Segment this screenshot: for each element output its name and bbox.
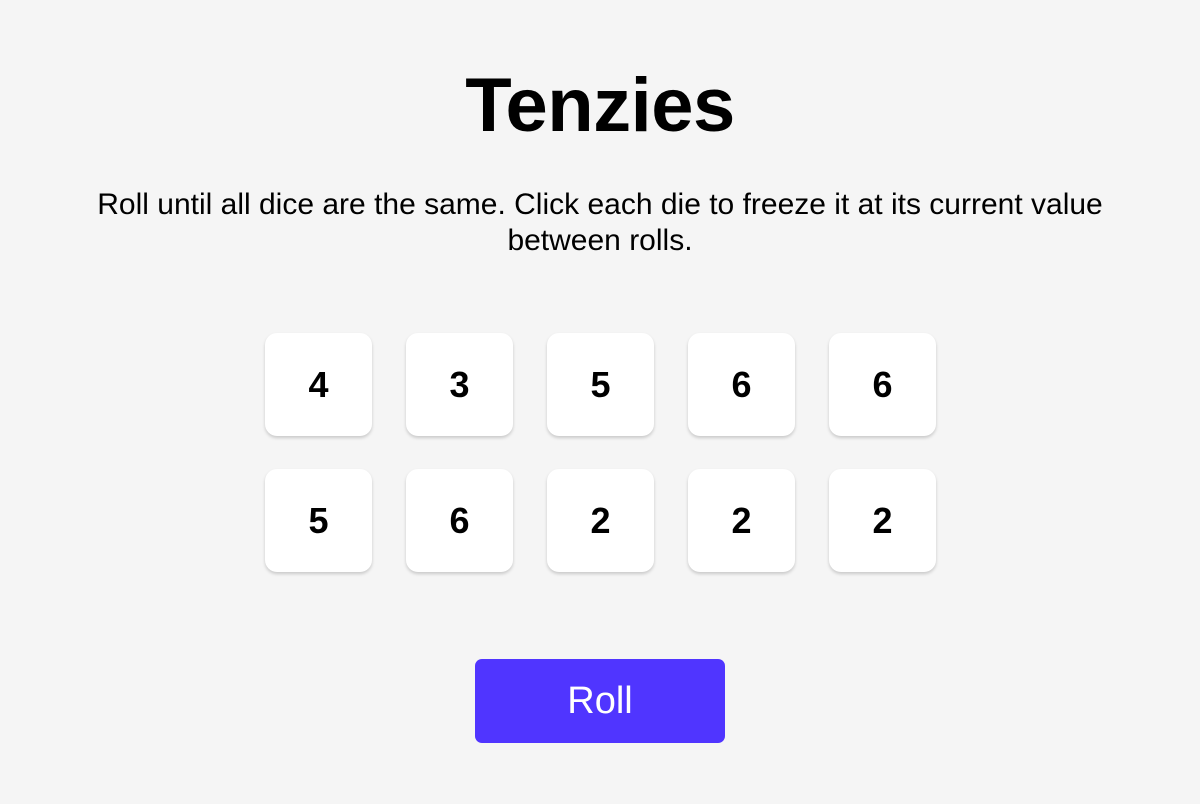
page-title: Tenzies bbox=[465, 63, 735, 148]
die-3[interactable]: 5 bbox=[547, 333, 654, 436]
die-2[interactable]: 3 bbox=[406, 333, 513, 436]
die-10[interactable]: 2 bbox=[829, 469, 936, 572]
roll-button[interactable]: Roll bbox=[475, 659, 725, 743]
die-6[interactable]: 5 bbox=[265, 469, 372, 572]
dice-grid: 4 3 5 6 6 5 6 2 2 2 bbox=[265, 333, 936, 572]
die-4[interactable]: 6 bbox=[688, 333, 795, 436]
die-9[interactable]: 2 bbox=[688, 469, 795, 572]
die-7[interactable]: 6 bbox=[406, 469, 513, 572]
die-8[interactable]: 2 bbox=[547, 469, 654, 572]
instructions-text: Roll until all dice are the same. Click … bbox=[97, 188, 1103, 257]
die-1[interactable]: 4 bbox=[265, 333, 372, 436]
die-5[interactable]: 6 bbox=[829, 333, 936, 436]
